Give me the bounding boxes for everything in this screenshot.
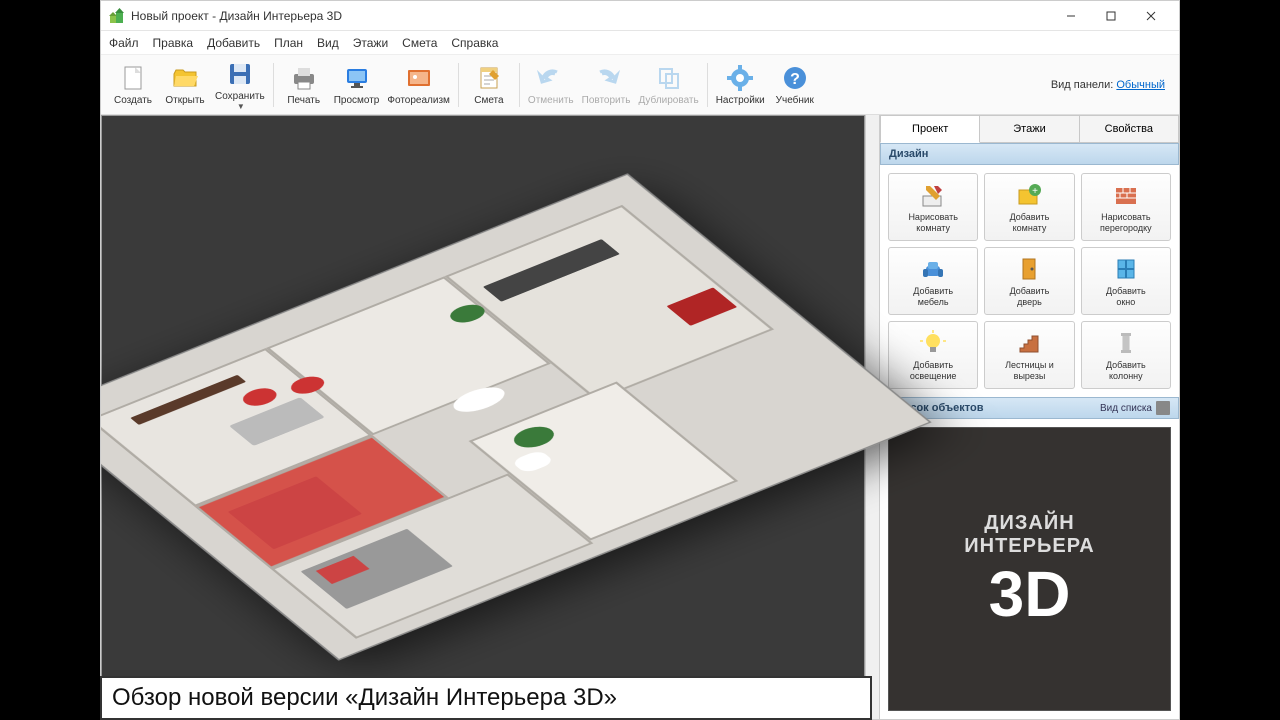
toolbar: Создать Открыть Сохранить ▼ Печать Просм…	[101, 55, 1179, 115]
gear-icon	[725, 63, 755, 93]
design-section-header: Дизайн	[880, 143, 1179, 165]
create-button[interactable]: Создать	[107, 57, 159, 113]
room-plus-icon: +	[1015, 181, 1043, 209]
separator	[458, 63, 459, 107]
column-icon	[1112, 329, 1140, 357]
add-door-button[interactable]: Добавитьдверь	[984, 247, 1074, 315]
separator	[519, 63, 520, 107]
add-lighting-button[interactable]: Добавитьосвещение	[888, 321, 978, 389]
door-icon	[1015, 255, 1043, 283]
svg-text:+: +	[1033, 186, 1039, 197]
app-icon	[109, 8, 125, 24]
side-tabs: Проект Этажи Свойства	[880, 115, 1179, 143]
menu-help[interactable]: Справка	[451, 36, 498, 50]
3d-viewport[interactable]	[101, 115, 865, 719]
svg-text:?: ?	[790, 71, 800, 88]
window-title: Новый проект - Дизайн Интерьера 3D	[131, 9, 1051, 23]
render-icon	[404, 63, 434, 93]
promo-area: ДИЗАЙН ИНТЕРЬЕРА 3D	[880, 419, 1179, 719]
preview-button[interactable]: Просмотр	[330, 57, 384, 113]
settings-button[interactable]: Настройки	[712, 57, 769, 113]
folder-open-icon	[170, 63, 200, 93]
menu-edit[interactable]: Правка	[153, 36, 194, 50]
menu-estimate[interactable]: Смета	[402, 36, 437, 50]
menubar: Файл Правка Добавить План Вид Этажи Смет…	[101, 31, 1179, 55]
promo-banner: ДИЗАЙН ИНТЕРЬЕРА 3D	[888, 427, 1171, 711]
undo-icon	[536, 63, 566, 93]
workspace: Проект Этажи Свойства Дизайн Нарисоватьк…	[101, 115, 1179, 719]
add-column-button[interactable]: Добавитьколонну	[1081, 321, 1171, 389]
pencil-room-icon	[919, 181, 947, 209]
duplicate-icon	[654, 63, 684, 93]
stairs-cutouts-button[interactable]: Лестницы ивырезы	[984, 321, 1074, 389]
app-window: Новый проект - Дизайн Интерьера 3D Файл …	[100, 0, 1180, 720]
add-window-button[interactable]: Добавитьокно	[1081, 247, 1171, 315]
notepad-icon	[474, 63, 504, 93]
separator	[273, 63, 274, 107]
draw-partition-button[interactable]: Нарисоватьперегородку	[1081, 173, 1171, 241]
brick-wall-icon	[1112, 181, 1140, 209]
menu-floors[interactable]: Этажи	[353, 36, 388, 50]
window-icon	[1112, 255, 1140, 283]
chevron-down-icon[interactable]: ▼	[237, 102, 245, 111]
video-caption: Обзор новой версии «Дизайн Интерьера 3D»	[100, 676, 872, 720]
tab-properties[interactable]: Свойства	[1080, 115, 1179, 143]
draw-room-button[interactable]: Нарисоватькомнату	[888, 173, 978, 241]
add-room-button[interactable]: + Добавитькомнату	[984, 173, 1074, 241]
help-icon: ?	[780, 63, 810, 93]
add-furniture-button[interactable]: Добавитьмебель	[888, 247, 978, 315]
new-file-icon	[118, 63, 148, 93]
monitor-icon	[342, 63, 372, 93]
separator	[707, 63, 708, 107]
list-view-icon[interactable]	[1156, 401, 1170, 415]
undo-button[interactable]: Отменить	[524, 57, 578, 113]
stairs-icon	[1015, 329, 1043, 357]
tab-floors[interactable]: Этажи	[980, 115, 1079, 143]
save-button[interactable]: Сохранить ▼	[211, 57, 269, 113]
printer-icon	[289, 63, 319, 93]
redo-icon	[591, 63, 621, 93]
floorplan-render	[101, 173, 931, 660]
duplicate-button[interactable]: Дублировать	[634, 57, 702, 113]
maximize-button[interactable]	[1091, 2, 1131, 30]
lightbulb-icon	[919, 329, 947, 357]
armchair-icon	[919, 255, 947, 283]
panel-mode-link[interactable]: Обычный	[1116, 79, 1165, 91]
close-button[interactable]	[1131, 2, 1171, 30]
print-button[interactable]: Печать	[278, 57, 330, 113]
menu-view[interactable]: Вид	[317, 36, 339, 50]
menu-add[interactable]: Добавить	[207, 36, 260, 50]
panel-mode-selector: Вид панели: Обычный	[1051, 79, 1173, 91]
menu-plan[interactable]: План	[274, 36, 303, 50]
object-list-header: Список объектов Вид списка	[880, 397, 1179, 419]
tab-project[interactable]: Проект	[880, 115, 980, 143]
design-tools-grid: Нарисоватькомнату + Добавитькомнату Нари…	[880, 165, 1179, 397]
menu-file[interactable]: Файл	[109, 36, 139, 50]
tutorial-button[interactable]: ? Учебник	[769, 57, 821, 113]
titlebar: Новый проект - Дизайн Интерьера 3D	[101, 1, 1179, 31]
open-button[interactable]: Открыть	[159, 57, 211, 113]
view-list-link[interactable]: Вид списка	[1100, 403, 1152, 414]
photorealism-button[interactable]: Фотореализм	[383, 57, 454, 113]
redo-button[interactable]: Повторить	[578, 57, 635, 113]
estimate-button[interactable]: Смета	[463, 57, 515, 113]
minimize-button[interactable]	[1051, 2, 1091, 30]
save-icon	[225, 59, 255, 89]
